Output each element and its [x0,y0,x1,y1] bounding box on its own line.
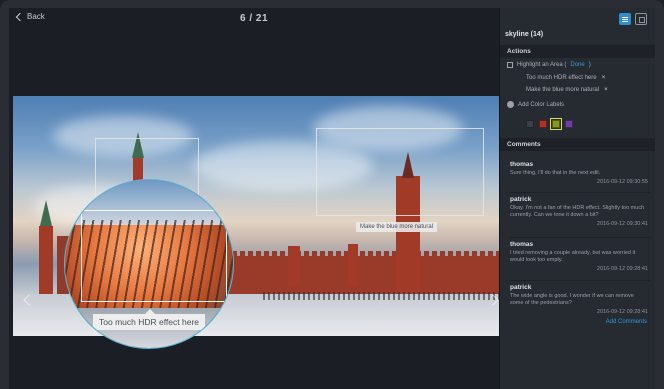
comment: patrick The wide angle is good. I wonder… [510,284,652,315]
remove-area-button[interactable]: × [602,74,606,81]
list-view-icon[interactable] [619,13,631,25]
comment-text: Sure thing, I'll do that in the next edi… [510,170,601,176]
comment: patrick Okay. I'm not a fan of the HDR e… [510,196,652,227]
view-toggle [619,13,647,25]
app-window: Back 6 / 21 Make the blue more natural T… [9,8,655,389]
comment-author: patrick [510,196,532,203]
remove-area-button[interactable]: × [604,86,608,93]
comment-text: Okay. I'm not a fan of the HDR effect. S… [510,205,645,218]
image-counter: 6 / 21 [239,13,269,24]
highlight-area[interactable] [316,128,484,216]
window-frame: Back 6 / 21 Make the blue more natural T… [0,0,664,389]
swatch-red[interactable] [539,120,547,128]
album-title: skyline (14) [505,31,544,38]
sidebar: skyline (14) Actions Highlight an Area (… [499,8,655,389]
comment-time: 2016-09-12 09:30:55 [596,179,648,185]
comment-author: thomas [510,161,534,168]
image-viewer: Back 6 / 21 Make the blue more natural T… [9,8,499,389]
comment: thomas I tried removing a couple already… [510,241,652,272]
comment: thomas Sure thing, I'll do that in the n… [510,161,652,185]
swatch-gray[interactable] [526,120,534,128]
comment-text: I tried removing a couple already, but w… [510,250,636,263]
comments-header: Comments [500,138,655,151]
actions-header: Actions [500,45,655,58]
viewer-topbar: Back 6 / 21 [9,8,499,30]
palette-icon [507,101,514,108]
comment-author: patrick [510,284,532,291]
swatch-purple[interactable] [565,120,573,128]
color-labels-row: Add Color Labels [507,101,564,108]
comment-list: thomas Sure thing, I'll do that in the n… [510,161,652,327]
magnifier-lens: Too much HDR effect here [64,179,234,349]
highlight-icon [507,62,513,68]
area-item: Too much HDR effect here × [526,74,606,81]
crowd [263,292,499,300]
highlight-area[interactable] [81,210,227,302]
color-swatches [526,118,573,130]
done-link[interactable]: Done [570,62,584,68]
divider [510,192,650,193]
tower-small [348,244,358,286]
add-comments-link[interactable]: Add Comments [606,319,647,325]
comment-time: 2016-09-12 09:28:41 [596,309,648,315]
divider [510,280,650,281]
comment-author: thomas [510,241,534,248]
tower-small [288,246,300,286]
divider [510,237,650,238]
comment-time: 2016-09-12 09:30:41 [596,221,648,227]
swatch-olive[interactable] [550,118,562,130]
highlight-area-row: Highlight an Area ( Done ) [507,62,591,68]
annotation-tag[interactable]: Make the blue more natural [356,222,438,232]
comment-time: 2016-09-12 09:28:41 [596,266,648,272]
area-item: Make the blue more natural × [526,86,608,93]
annotation-tag[interactable]: Too much HDR effect here [93,309,205,330]
fullscreen-icon[interactable] [635,13,647,25]
comment-text: The wide angle is good. I wonder if we c… [510,293,634,306]
